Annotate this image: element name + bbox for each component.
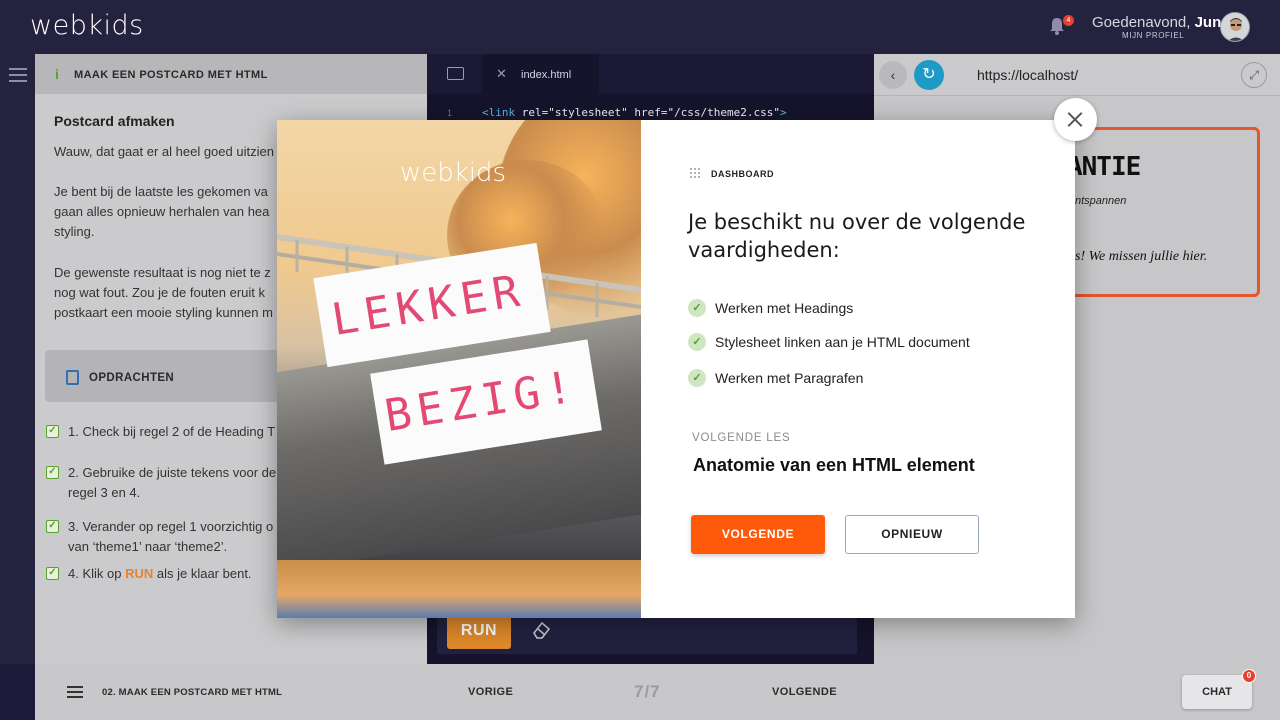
- skill-text: Werken met Headings: [715, 300, 854, 316]
- modal-illustration: webkids LEKKER BEZIG!: [277, 120, 641, 618]
- task-item[interactable]: ✓ 1. Check bij regel 2 of de Heading T: [46, 422, 286, 442]
- file-tab-name: index.html: [521, 69, 572, 81]
- checkbox-icon[interactable]: ✓: [46, 466, 59, 479]
- task-item[interactable]: ✓ 2. Gebruike de juiste tekens voor de r…: [46, 463, 286, 503]
- check-circle-icon: ✓: [688, 333, 706, 351]
- postcard-subtitle: ntspannen: [1075, 195, 1127, 207]
- next-button[interactable]: VOLGENDE: [772, 686, 837, 698]
- paragraph-line: Je bent bij de laatste les gekomen va: [54, 184, 268, 199]
- dashboard-link[interactable]: DASHBOARD: [711, 169, 774, 179]
- skill-text: Stylesheet linken aan je HTML document: [715, 334, 970, 350]
- code-line[interactable]: <link rel="stylesheet" href="/css/theme2…: [482, 106, 787, 119]
- next-lesson-button[interactable]: VOLGENDE: [691, 515, 825, 554]
- clipboard-icon: [66, 370, 79, 385]
- checkbox-icon[interactable]: ✓: [46, 567, 59, 580]
- sky-shape: [277, 560, 641, 618]
- task-text-start: 4. Klik op: [68, 566, 126, 581]
- code-tag-end: >: [780, 106, 787, 119]
- top-bar: [0, 0, 1280, 54]
- postcard-message: s! We missen jullie hier.: [1075, 249, 1208, 264]
- art-logo: webkids: [400, 158, 507, 188]
- code-tag: <link: [482, 106, 516, 119]
- task-text-end: als je klaar bent.: [153, 566, 252, 581]
- next-lesson-label: VOLGENDE LES: [692, 432, 791, 444]
- page-indicator: 7/7: [634, 682, 661, 701]
- checkbox-icon[interactable]: ✓: [46, 520, 59, 533]
- notification-badge: 4: [1063, 15, 1074, 26]
- user-name: Jun: [1194, 14, 1222, 31]
- run-keyword: RUN: [125, 566, 154, 581]
- file-tab[interactable]: ✕ index.html: [482, 54, 599, 94]
- folder-icon[interactable]: [447, 67, 464, 80]
- line-number: 1: [447, 108, 453, 118]
- skill-text: Werken met Paragrafen: [715, 370, 864, 386]
- greeting-text: Goedenavond,: [1092, 14, 1191, 31]
- hamburger-icon[interactable]: [67, 686, 83, 698]
- chat-button[interactable]: CHAT: [1182, 675, 1252, 709]
- lesson-paragraph: Je bent bij de laatste les gekomen va ga…: [54, 182, 294, 242]
- task-text: 4. Klik op RUN als je klaar bent.: [68, 564, 286, 584]
- lesson-subtitle: Postcard afmaken: [54, 113, 175, 129]
- expand-icon[interactable]: ⤢: [1241, 62, 1267, 88]
- info-icon: i: [55, 66, 59, 82]
- avatar[interactable]: [1220, 12, 1250, 42]
- previous-button[interactable]: VORIGE: [468, 686, 513, 698]
- task-text: regel 3 en 4.: [68, 485, 141, 500]
- paragraph-line: gaan alles opnieuw herhalen van hea: [54, 204, 270, 219]
- next-lesson-title: Anatomie van een HTML element: [693, 455, 975, 475]
- paragraph-line: Wauw, dat gaat er al heel goed uitzien: [54, 144, 274, 159]
- dashboard-grid-icon: [690, 168, 700, 178]
- completion-modal: webkids LEKKER BEZIG! DASHBOARD Je besch…: [277, 120, 1075, 618]
- profile-link[interactable]: MIJN PROFIEL: [1122, 31, 1184, 40]
- webkids-logo[interactable]: webkids: [30, 10, 144, 41]
- skill-item: ✓ Werken met Headings: [688, 299, 854, 317]
- task-text: 3. Verander op regel 1 voorzichtig o: [68, 519, 274, 534]
- lesson-paragraph: De gewenste resultaat is nog niet te z n…: [54, 263, 294, 323]
- check-circle-icon: ✓: [688, 299, 706, 317]
- modal-heading: Je beschikt nu over de volgende vaardigh…: [688, 210, 1026, 262]
- checkbox-icon[interactable]: ✓: [46, 425, 59, 438]
- tasks-label: OPDRACHTEN: [89, 372, 175, 384]
- chat-badge: 0: [1242, 669, 1256, 683]
- code-attributes: rel="stylesheet" href="/css/theme2.css": [515, 106, 781, 119]
- close-tab-icon[interactable]: ✕: [496, 66, 507, 82]
- footer-lesson-title: 02. MAAK EEN POSTCARD MET HTML: [102, 687, 283, 698]
- skill-item: ✓ Werken met Paragrafen: [688, 369, 864, 387]
- postcard-title: ANTIE: [1067, 152, 1141, 182]
- paragraph-line: nog wat fout. Zou je de fouten eruit k: [54, 285, 266, 300]
- hamburger-icon[interactable]: [9, 68, 27, 82]
- paragraph-line: postkaart een mooie styling kunnen m: [54, 305, 273, 320]
- task-text: 2. Gebruike de juiste tekens voor de: [68, 465, 277, 480]
- paragraph-line: De gewenste resultaat is nog niet te z: [54, 265, 271, 280]
- lesson-title: MAAK EEN POSTCARD MET HTML: [74, 69, 268, 81]
- paragraph-line: styling.: [54, 224, 95, 239]
- skill-item: ✓ Stylesheet linken aan je HTML document: [688, 333, 970, 351]
- retry-button[interactable]: OPNIEUW: [845, 515, 979, 554]
- task-text: van ‘theme1’ naar ‘theme2’.: [68, 539, 228, 554]
- task-item[interactable]: ✓ 3. Verander op regel 1 voorzichtig o v…: [46, 517, 286, 557]
- eraser-icon[interactable]: [531, 620, 551, 640]
- task-item[interactable]: ✓ 4. Klik op RUN als je klaar bent.: [46, 564, 286, 584]
- task-text: 1. Check bij regel 2 of de Heading T: [68, 424, 276, 439]
- lesson-paragraph: Wauw, dat gaat er al heel goed uitzien: [54, 142, 294, 162]
- greeting: Goedenavond, Jun: [1092, 14, 1221, 31]
- left-rail: [0, 54, 35, 664]
- preview-url[interactable]: https://localhost/: [977, 67, 1078, 83]
- check-circle-icon: ✓: [688, 369, 706, 387]
- back-arrow-icon[interactable]: ‹: [879, 61, 907, 89]
- close-icon[interactable]: [1054, 98, 1097, 141]
- reload-icon[interactable]: ↻: [914, 60, 944, 90]
